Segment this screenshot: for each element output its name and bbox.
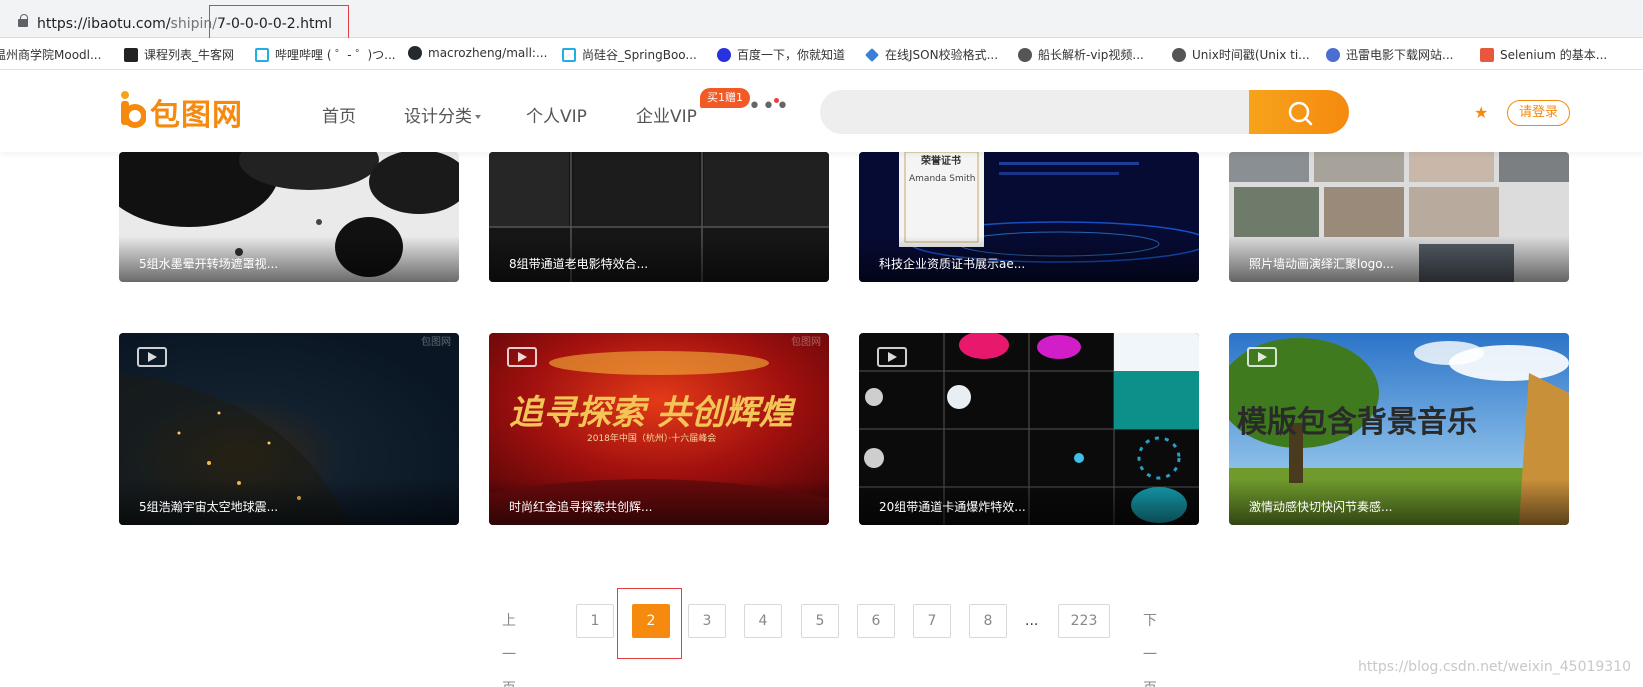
bookmark-item[interactable]: 尚硅谷_SpringBoo...	[562, 46, 697, 63]
video-card[interactable]: 20组带通道卡通爆炸特效...	[859, 333, 1199, 525]
bookmark-item[interactable]: 船长解析-vip视频...	[1018, 46, 1144, 63]
video-play-icon	[507, 347, 537, 367]
video-card[interactable]: 包图网 5组浩瀚宇宙太空地球震...	[119, 333, 459, 525]
video-card[interactable]: 模版包含背景音乐 激情动感快切快闪节奏感...	[1229, 333, 1569, 525]
logo-icon[interactable]	[118, 90, 146, 128]
search-input[interactable]	[820, 90, 1250, 134]
baidu-icon	[717, 47, 731, 62]
page-button-4[interactable]: 4	[744, 604, 782, 638]
nowcoder-icon	[124, 47, 138, 62]
site-header: 包图网 首页 设计分类 个人VIP 企业VIP 买1赠1 ••• ★ 请登录	[0, 70, 1643, 152]
bookmark-label: Selenium 的基本...	[1500, 48, 1608, 62]
bookmark-label: 尚硅谷_SpringBoo...	[582, 48, 697, 62]
card-title: 8组带通道老电影特效合...	[509, 257, 649, 271]
card-title: 5组水墨晕开转场遮罩视...	[139, 257, 279, 271]
video-card[interactable]: 5组水墨晕开转场遮罩视...	[119, 152, 459, 282]
browser-address-bar: https://ibaotu.com/shipin/7-0-0-0-0-2.ht…	[0, 0, 1643, 42]
login-button[interactable]: 请登录	[1507, 100, 1570, 126]
url-base: https://ibaotu.com/	[37, 16, 171, 32]
page-button-7[interactable]: 7	[913, 604, 951, 638]
bookmark-item[interactable]: Selenium 的基本...	[1480, 46, 1607, 63]
current-page-annotation-box	[617, 588, 682, 659]
card-title: 科技企业资质证书展示ae...	[879, 257, 1026, 271]
next-page-link[interactable]: 下一页	[1143, 604, 1157, 687]
bookmark-label: 迅雷电影下载网站...	[1346, 48, 1454, 62]
card-watermark: 包图网	[421, 337, 451, 348]
page-ellipsis: ...	[1025, 613, 1039, 629]
blog-watermark: https://blog.csdn.net/weixin_45019310	[1358, 659, 1632, 675]
video-card[interactable]: 8组带通道老电影特效合...	[489, 152, 829, 282]
search-icon	[1288, 101, 1313, 126]
bookmark-item[interactable]: macrozheng/mall:...	[408, 46, 547, 60]
bookmark-label: 温州商学院Moodl...	[0, 48, 102, 62]
bookmark-item[interactable]: 哔哩哔哩 ( ゜- ゜)つ...	[255, 46, 396, 63]
notification-dot	[774, 98, 779, 103]
card-title: 激情动感快切快闪节奏感...	[1249, 500, 1393, 514]
card-title: 时尚红金追寻探索共创辉...	[509, 500, 653, 514]
video-play-icon	[1247, 347, 1277, 367]
certificate-title: 荣誉证书	[921, 156, 961, 167]
card-title: 照片墙动画演绎汇聚logo...	[1249, 257, 1394, 271]
card-title: 5组浩瀚宇宙太空地球震...	[139, 500, 279, 514]
bookmark-label: 百度一下，你就知道	[737, 48, 846, 62]
video-play-icon	[877, 347, 907, 367]
card-headline: 模版包含背景音乐	[1237, 405, 1477, 440]
globe-icon	[1172, 47, 1186, 62]
bookmark-label: 船长解析-vip视频...	[1038, 48, 1144, 62]
bookmark-item[interactable]: 迅雷电影下载网站...	[1326, 46, 1453, 63]
search-button[interactable]	[1249, 90, 1349, 134]
card-watermark: 包图网	[791, 337, 821, 348]
bookmark-item[interactable]: 温州商学院Moodl...	[0, 46, 101, 63]
globe-icon	[1018, 47, 1032, 62]
nav-personal-vip[interactable]: 个人VIP	[526, 102, 587, 127]
nav-enterprise-vip[interactable]: 企业VIP	[636, 102, 697, 127]
jian-icon	[1480, 47, 1494, 62]
bookmark-label: 在线JSON校验格式...	[885, 48, 999, 62]
page-button-6[interactable]: 6	[857, 604, 895, 638]
nav-label: 设计分类	[404, 107, 472, 127]
video-card[interactable]: 包图网 追寻探索 共创辉煌 2018年中国（杭州）·十六届峰会 时尚红金追寻探索…	[489, 333, 829, 525]
bilibili-icon	[562, 47, 576, 62]
prev-page-link[interactable]: 上一页	[502, 604, 516, 687]
page-button-3[interactable]: 3	[688, 604, 726, 638]
bookmark-label: 哔哩哔哩 ( ゜- ゜)つ...	[275, 48, 396, 62]
page-button-last[interactable]: 223	[1058, 604, 1110, 638]
card-subline: 2018年中国（杭州）·十六届峰会	[587, 434, 717, 444]
page-button-8[interactable]: 8	[969, 604, 1007, 638]
xunlei-icon	[1326, 47, 1340, 62]
bookmark-item[interactable]: Unix时间戳(Unix ti...	[1172, 46, 1310, 63]
bookmark-item[interactable]: 百度一下，你就知道	[717, 46, 845, 63]
favorite-star-icon[interactable]: ★	[1474, 103, 1488, 122]
site-logo[interactable]: 包图网	[150, 90, 243, 134]
video-play-icon	[137, 347, 167, 367]
lock-icon	[18, 14, 28, 27]
video-card[interactable]: 荣誉证书 Amanda Smith 科技企业资质证书展示ae...	[859, 152, 1199, 282]
caret-down-icon	[475, 115, 481, 119]
bookmark-label: macrozheng/mall:...	[428, 46, 548, 60]
page-button-1[interactable]: 1	[576, 604, 614, 638]
github-icon	[408, 46, 422, 60]
bookmark-label: Unix时间戳(Unix ti...	[1192, 48, 1310, 62]
more-icon[interactable]: •••	[748, 94, 790, 119]
video-card[interactable]: 照片墙动画演绎汇聚logo...	[1229, 152, 1569, 282]
bookmark-item[interactable]: 课程列表_牛客网	[124, 46, 234, 63]
card-title: 20组带通道卡通爆炸特效...	[879, 500, 1026, 514]
certificate-name: Amanda Smith	[909, 174, 976, 184]
url-annotation-box	[209, 5, 349, 42]
bookmarks-bar: 温州商学院Moodl... 课程列表_牛客网 哔哩哔哩 ( ゜- ゜)つ... …	[0, 38, 1643, 70]
json-icon	[865, 47, 879, 62]
nav-design-category[interactable]: 设计分类	[404, 102, 481, 127]
nav-home[interactable]: 首页	[322, 102, 356, 127]
bilibili-icon	[255, 47, 269, 62]
promo-badge: 买1赠1	[700, 88, 750, 108]
bookmark-item[interactable]: 在线JSON校验格式...	[865, 46, 998, 63]
page-button-5[interactable]: 5	[801, 604, 839, 638]
card-headline: 追寻探索 共创辉煌	[509, 393, 793, 433]
bookmark-label: 课程列表_牛客网	[144, 48, 235, 62]
